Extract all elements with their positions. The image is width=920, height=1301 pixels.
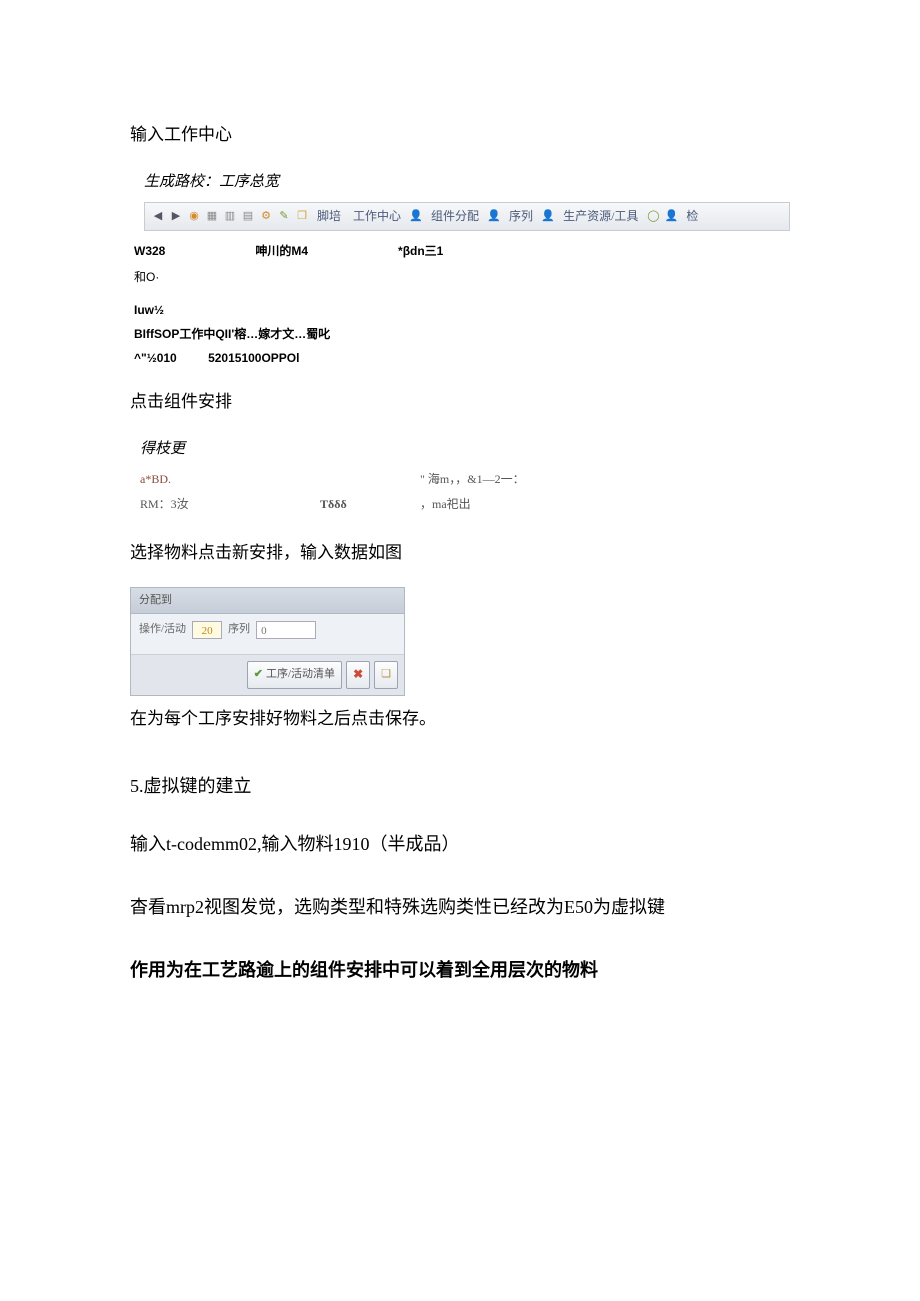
toolbar-icon-3[interactable]: ▥ bbox=[223, 209, 237, 223]
nav-prev-icon[interactable]: ◀ bbox=[151, 209, 165, 223]
section-5-title: 5.虚拟键的建立 bbox=[130, 770, 790, 802]
page-icon: ❏ bbox=[381, 665, 391, 685]
input-sequence[interactable]: 0 bbox=[256, 621, 316, 639]
check-icon[interactable]: ◯ bbox=[646, 209, 660, 223]
para-click-component: 点击组件安排 bbox=[130, 387, 790, 418]
ok-button-label: 工序/活动清单 bbox=[266, 665, 335, 685]
toolbar-label-unknown[interactable]: 脚培 bbox=[313, 206, 345, 228]
text-iuw: Iuw½ bbox=[134, 303, 164, 317]
toolbar-icon-5[interactable]: ⚙ bbox=[259, 209, 273, 223]
user-icon-1: 👤 bbox=[409, 209, 423, 223]
toolbar-icon-1[interactable]: ◉ bbox=[187, 209, 201, 223]
dialog-title: 分配到 bbox=[131, 588, 404, 615]
text-biffsop: BIffSOP工作中QII'榕…嫁才文…蜀叱 bbox=[134, 327, 330, 341]
label-sequence: 序列 bbox=[228, 620, 250, 640]
sap-toolbar: ◀ ▶ ◉ ▦ ▥ ▤ ⚙ ✎ ❐ 脚培 工作中心 👤 组件分配 👤 序列 👤 … bbox=[144, 202, 790, 232]
intro-line-1: 输入工作中心 bbox=[130, 120, 790, 151]
user-icon-4: 👤 bbox=[664, 209, 678, 223]
check-mark-icon: ✔ bbox=[254, 665, 263, 685]
code-w328: W328 bbox=[134, 241, 165, 263]
table-block: 得枝更 a*BD. " 海m，，&1—2一： RM：3汝 Tδδδ ，ma祀出 bbox=[140, 436, 790, 518]
desc-m4: 呻川的M4 bbox=[255, 241, 308, 263]
cell-tdd: Tδδδ bbox=[320, 494, 420, 516]
x-icon: ✖ bbox=[353, 664, 363, 686]
table-header: 得枝更 bbox=[140, 436, 790, 463]
toolbar-check[interactable]: 检 bbox=[682, 206, 702, 228]
data-block-1: W328 呻川的M4 *βdn三1 和O· Iuw½ BIffSOP工作中QII… bbox=[134, 241, 790, 369]
cell-rm3: RM：3汝 bbox=[140, 494, 320, 516]
code-520: 52015100OPPOl bbox=[208, 351, 299, 365]
assign-dialog: 分配到 操作/活动 20 序列 0 ✔ 工序/活动清单 ✖ ❏ bbox=[130, 587, 405, 696]
section-5-line2: 杳看mrp2视图发觉，选购类型和特殊选购类性已经改为E50为虚拟键 bbox=[130, 888, 790, 928]
toolbar-workcenter[interactable]: 工作中心 bbox=[349, 206, 405, 228]
section-5-line1: 输入t-codemm02,输入物料1910（半成品） bbox=[130, 825, 790, 865]
user-icon-2: 👤 bbox=[487, 209, 501, 223]
ok-button[interactable]: ✔ 工序/活动清单 bbox=[247, 661, 342, 689]
para-select-material: 选择物料点击新安排，输入数据如图 bbox=[130, 538, 790, 569]
nav-next-icon[interactable]: ▶ bbox=[169, 209, 183, 223]
cell-hai: " 海m，，&1—2一： bbox=[420, 469, 570, 491]
cell-ma: ，ma祀出 bbox=[420, 494, 570, 516]
toolbar-component[interactable]: 组件分配 bbox=[427, 206, 483, 228]
user-icon-3: 👤 bbox=[541, 209, 555, 223]
code-bdn: *βdn三1 bbox=[398, 241, 443, 263]
cancel-button[interactable]: ✖ bbox=[346, 661, 370, 689]
cell-empty1 bbox=[320, 469, 420, 491]
list-button[interactable]: ❏ bbox=[374, 661, 398, 689]
toolbar-icon-4[interactable]: ▤ bbox=[241, 209, 255, 223]
text-he: 和O· bbox=[134, 270, 159, 284]
toolbar-sequence[interactable]: 序列 bbox=[505, 206, 537, 228]
toolbar-icon-2[interactable]: ▦ bbox=[205, 209, 219, 223]
section-5-line3: 作用为在工艺路逾上的组件安排中可以着到全用层次的物料 bbox=[130, 952, 790, 988]
code-010: ^"½010 bbox=[134, 351, 177, 365]
para-save: 在为每个工序安排好物料之后点击保存。 bbox=[130, 704, 790, 735]
label-operation: 操作/活动 bbox=[139, 620, 186, 640]
caption-generate-routing: 生成路校：工序总宽 bbox=[144, 169, 790, 196]
cell-abd: a*BD. bbox=[140, 469, 320, 491]
input-operation[interactable]: 20 bbox=[192, 621, 222, 639]
toolbar-resource[interactable]: 生产资源/工具 bbox=[559, 206, 642, 228]
toolbar-icon-6[interactable]: ✎ bbox=[277, 209, 291, 223]
toolbar-icon-7[interactable]: ❐ bbox=[295, 209, 309, 223]
